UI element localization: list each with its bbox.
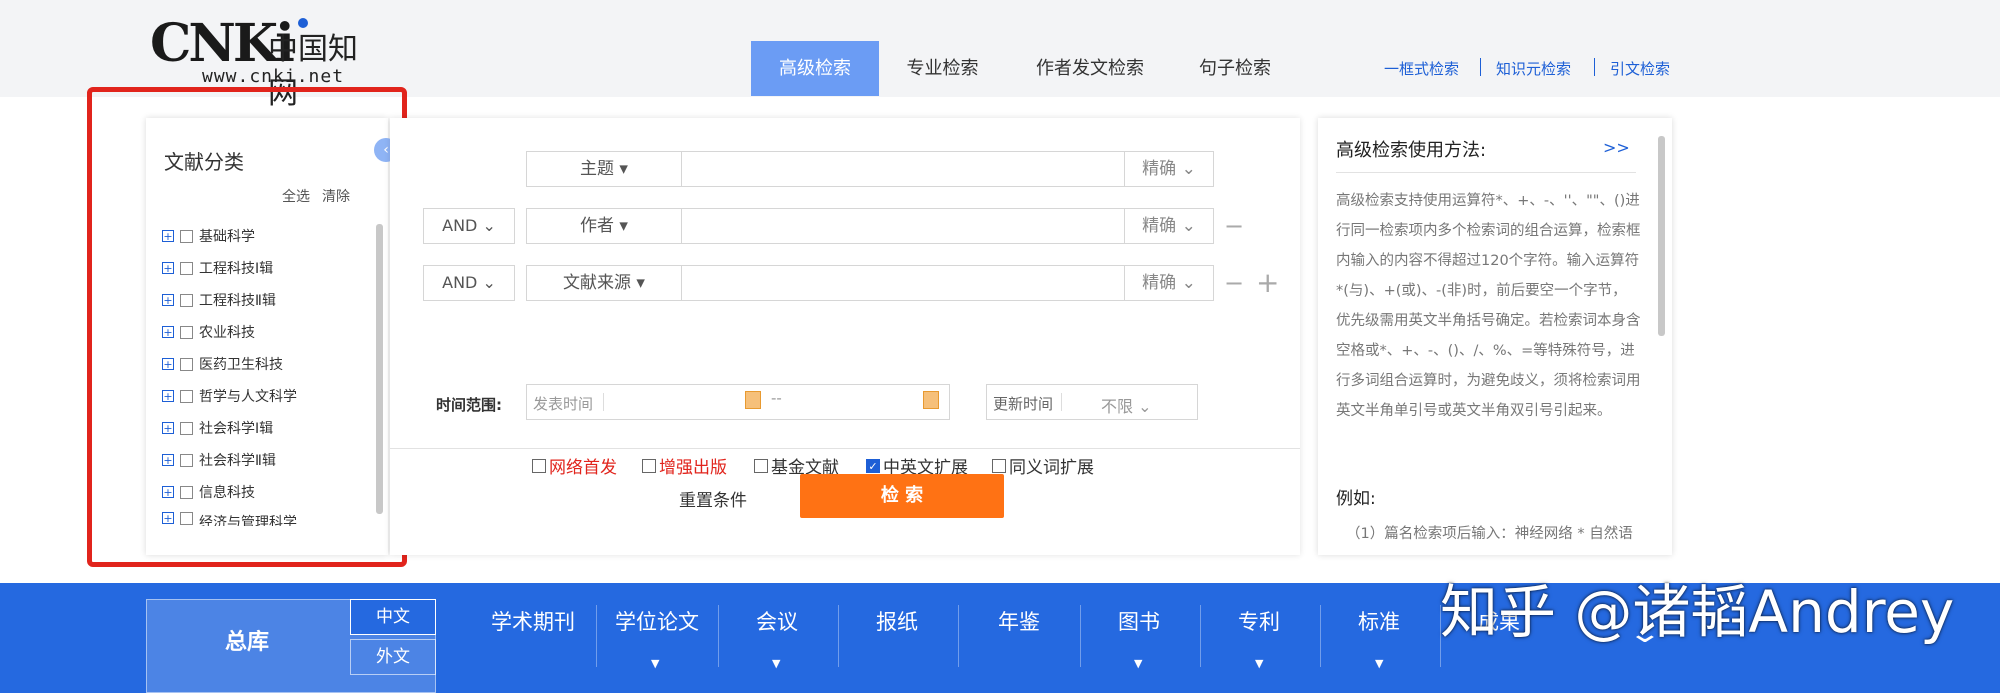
reset-button[interactable]: 重置条件 bbox=[679, 486, 747, 511]
tab-newspapers[interactable]: 报纸 bbox=[840, 583, 954, 693]
link-knowledge-search[interactable]: 知识元检索 bbox=[1496, 58, 1571, 79]
option-enhanced-publish[interactable]: 增强出版 bbox=[642, 453, 727, 478]
form-divider bbox=[390, 448, 1300, 449]
tab-divider bbox=[958, 605, 959, 667]
total-library-label: 总库 bbox=[225, 630, 270, 655]
link-citation-search[interactable]: 引文检索 bbox=[1610, 58, 1670, 79]
logic-select[interactable]: AND ⌄ bbox=[423, 265, 515, 301]
search-row-source: 文献来源 ▾ 精确 ⌄ bbox=[526, 265, 1214, 301]
option-checkbox[interactable] bbox=[754, 458, 768, 473]
tab-advanced-search[interactable]: 高级检索 bbox=[751, 41, 879, 96]
tab-books[interactable]: 图书 bbox=[1082, 583, 1196, 693]
tab-yearbooks[interactable]: 年鉴 bbox=[962, 583, 1076, 693]
date-separator: -- bbox=[771, 389, 782, 407]
divider bbox=[1061, 393, 1062, 411]
link-divider bbox=[1480, 58, 1481, 76]
tab-divider bbox=[1320, 605, 1321, 667]
chevron-down-icon[interactable]: ▼ bbox=[772, 657, 780, 670]
divider bbox=[603, 393, 604, 411]
update-time-value: 不限 ⌄ bbox=[1101, 397, 1152, 416]
highlight-box bbox=[87, 87, 407, 567]
calendar-icon[interactable] bbox=[923, 391, 939, 409]
help-more-link[interactable]: >> bbox=[1603, 138, 1630, 157]
watermark: 知乎 @诸韬Andrey bbox=[1440, 578, 1955, 646]
update-time-label: 更新时间 bbox=[993, 395, 1054, 413]
field-select-source[interactable]: 文献来源 ▾ bbox=[527, 266, 682, 300]
precision-select[interactable]: 精确 ⌄ bbox=[1124, 209, 1213, 243]
tab-divider bbox=[1080, 605, 1081, 667]
field-select-author[interactable]: 作者 ▾ bbox=[527, 209, 682, 243]
precision-select[interactable]: 精确 ⌄ bbox=[1124, 152, 1213, 186]
tab-journals[interactable]: 学术期刊 bbox=[476, 583, 590, 693]
chevron-down-icon[interactable]: ▼ bbox=[1255, 657, 1263, 670]
option-checkbox[interactable] bbox=[532, 458, 546, 473]
tab-author-search[interactable]: 作者发文检索 bbox=[1020, 41, 1160, 96]
help-divider bbox=[1336, 172, 1636, 173]
tab-professional-search[interactable]: 专业检索 bbox=[885, 41, 1000, 96]
tab-divider bbox=[838, 605, 839, 667]
field-select-topic[interactable]: 主题 ▾ bbox=[527, 152, 682, 186]
update-time-select[interactable]: 更新时间 不限 ⌄ bbox=[986, 384, 1198, 420]
help-body: 高级检索支持使用运算符*、+、-、''、""、()进行同一检索项内多个检索词的组… bbox=[1336, 193, 1641, 419]
search-button[interactable]: 检 索 bbox=[800, 474, 1004, 518]
lang-chinese-button[interactable]: 中文 bbox=[350, 599, 436, 635]
tab-divider bbox=[1200, 605, 1201, 667]
help-title: 高级检索使用方法: bbox=[1336, 140, 1487, 161]
publish-time-placeholder: 发表时间 bbox=[533, 395, 594, 413]
add-row-icon[interactable]: + bbox=[1256, 265, 1279, 301]
option-label: 网络首发 bbox=[549, 458, 617, 478]
option-checkbox[interactable] bbox=[992, 458, 1006, 473]
help-scrollbar[interactable] bbox=[1658, 136, 1665, 336]
time-range-label: 时间范围: bbox=[436, 396, 502, 414]
search-row-author: 作者 ▾ 精确 ⌄ bbox=[526, 208, 1214, 244]
tab-patents[interactable]: 专利 bbox=[1202, 583, 1316, 693]
chevron-down-icon[interactable]: ▼ bbox=[651, 657, 659, 670]
tab-divider bbox=[718, 605, 719, 667]
remove-row-icon[interactable]: − bbox=[1224, 265, 1244, 301]
tab-divider bbox=[596, 605, 597, 667]
tab-standards[interactable]: 标准 bbox=[1322, 583, 1436, 693]
tab-conferences[interactable]: 会议 bbox=[720, 583, 834, 693]
option-online-first[interactable]: 网络首发 bbox=[532, 453, 617, 478]
chevron-down-icon[interactable]: ▼ bbox=[1134, 657, 1142, 670]
date-range-input[interactable]: 发表时间 -- bbox=[526, 384, 950, 420]
link-divider bbox=[1594, 58, 1595, 76]
calendar-icon[interactable] bbox=[745, 391, 761, 409]
checkmark-icon[interactable]: ✓ bbox=[866, 458, 880, 473]
option-checkbox[interactable] bbox=[642, 458, 656, 473]
search-row-topic: 主题 ▾ 精确 ⌄ bbox=[526, 151, 1214, 187]
precision-select[interactable]: 精确 ⌄ bbox=[1124, 266, 1213, 300]
chevron-down-icon[interactable]: ▼ bbox=[1375, 657, 1383, 670]
logo-url: www.cnki.net bbox=[202, 66, 345, 87]
remove-row-icon[interactable]: − bbox=[1224, 208, 1244, 244]
tab-sentence-search[interactable]: 句子检索 bbox=[1180, 41, 1290, 96]
search-form: 主题 ▾ 精确 ⌄ AND ⌄ 作者 ▾ 精确 ⌄ − AND ⌄ 文献来源 ▾… bbox=[390, 118, 1300, 555]
option-label: 同义词扩展 bbox=[1009, 458, 1094, 478]
link-basic-search[interactable]: 一框式检索 bbox=[1384, 58, 1459, 79]
help-example-1: （1）篇名检索项后输入：神经网络 * 自然语 bbox=[1346, 526, 1633, 542]
cnki-logo[interactable]: CNKi 中国知网 www.cnki.net bbox=[150, 16, 380, 112]
help-panel: 高级检索使用方法: >> 高级检索支持使用运算符*、+、-、''、""、()进行… bbox=[1318, 118, 1672, 555]
header-bar: CNKi 中国知网 www.cnki.net 高级检索 专业检索 作者发文检索 … bbox=[0, 0, 2000, 112]
option-synonym-expand[interactable]: 同义词扩展 bbox=[992, 453, 1094, 478]
lang-foreign-button[interactable]: 外文 bbox=[350, 639, 436, 675]
help-example-title: 例如: bbox=[1336, 489, 1376, 509]
tab-dissertations[interactable]: 学位论文 bbox=[600, 583, 714, 693]
option-label: 增强出版 bbox=[659, 458, 727, 478]
logic-select[interactable]: AND ⌄ bbox=[423, 208, 515, 244]
